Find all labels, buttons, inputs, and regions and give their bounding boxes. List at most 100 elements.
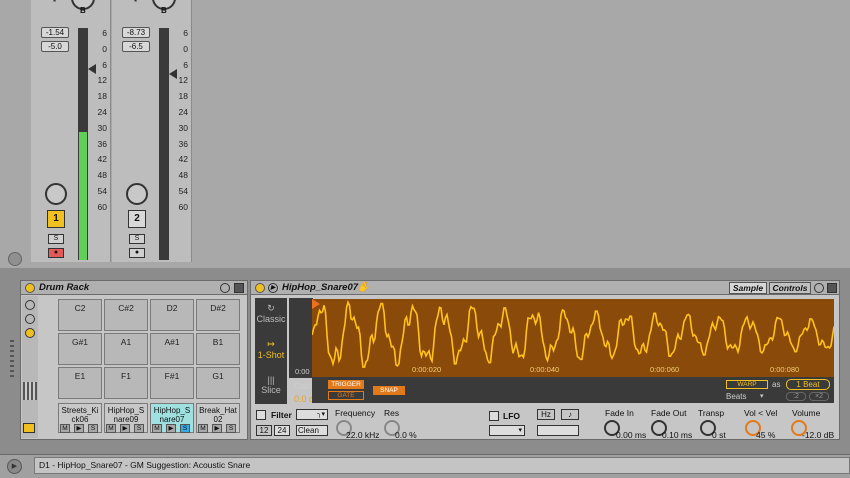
filter-12-button[interactable]: 12 <box>256 425 272 436</box>
arm-button-2[interactable]: ● <box>129 248 145 258</box>
play-button[interactable]: ▶ <box>120 424 130 433</box>
gate-button[interactable]: GATE <box>328 391 364 400</box>
warp-button[interactable]: WARP <box>726 380 768 389</box>
volume-fader-icon[interactable] <box>169 69 177 79</box>
filter-checkbox[interactable] <box>256 410 266 420</box>
drum-pad[interactable]: C#2 <box>104 299 148 331</box>
vol-vel-value[interactable]: 45 % <box>756 430 775 440</box>
res-label: Res <box>384 408 400 418</box>
warp-mode-select[interactable]: Beats <box>726 392 746 401</box>
filter-type-select[interactable]: ╮▾ <box>296 409 328 420</box>
drum-pad[interactable]: F1 <box>104 367 148 399</box>
drum-pad[interactable]: D2 <box>150 299 194 331</box>
lfo-hz-button[interactable]: Hz <box>537 409 555 420</box>
transp-value[interactable]: 0 st <box>712 430 726 440</box>
drum-pad[interactable]: G#1 <box>58 333 102 365</box>
solo-button[interactable]: S <box>226 424 236 433</box>
solo-button[interactable]: S <box>134 424 144 433</box>
mute-button[interactable]: M <box>106 424 116 433</box>
volume-value[interactable]: -12.0 dB <box>802 430 834 440</box>
beat-value[interactable]: 1 Beat <box>786 379 830 390</box>
play-button[interactable]: ▶ <box>74 424 84 433</box>
fade-in-value[interactable]: 0.00 ms <box>616 430 646 440</box>
scale-tick-label: 48 <box>178 170 188 181</box>
mixer-toggle-icon[interactable] <box>8 252 22 266</box>
mute-button[interactable]: M <box>198 424 208 433</box>
volume-fader-icon[interactable] <box>88 64 96 74</box>
scale-tick-label: 24 <box>178 106 188 117</box>
drum-pad[interactable]: B1 <box>196 333 240 365</box>
save-preset-icon[interactable] <box>220 283 230 293</box>
scale-tick-label: 36 <box>97 138 107 149</box>
pan-knob-1[interactable] <box>45 183 67 205</box>
preview-play-icon[interactable]: ▶ <box>268 283 278 293</box>
chain-icon[interactable] <box>25 314 35 324</box>
trigger-button[interactable]: TRIGGER <box>328 380 364 389</box>
lfo-rate-field[interactable] <box>537 425 579 436</box>
solo-button[interactable]: S <box>88 424 98 433</box>
sample-start-marker[interactable] <box>312 299 320 309</box>
mixer-track-2: B * -8.73 -6.5 6 0 6 12 18 24 30 36 42 48 54 60 2 S… <box>112 0 192 262</box>
pad-overview-grid[interactable] <box>23 382 37 400</box>
mixer-track-1: B * -1.54 -5.0 6 0 6 12 18 24 30 36 42 48 54 60 1 S… <box>31 0 111 262</box>
macro-icon[interactable] <box>25 300 35 310</box>
filter-24-button[interactable]: 24 <box>274 425 290 436</box>
device-power-icon[interactable] <box>255 283 265 293</box>
solo-button-2[interactable]: S <box>129 234 145 244</box>
solo-button-1[interactable]: S <box>48 234 64 244</box>
device-power-icon[interactable] <box>25 283 35 293</box>
play-button[interactable]: ▶ <box>166 424 176 433</box>
cell-name-line1: Break_Hat <box>199 406 237 415</box>
filter-circuit-select[interactable]: Clean <box>296 425 328 436</box>
drum-pad[interactable]: A1 <box>104 333 148 365</box>
drum-pad[interactable]: E1 <box>58 367 102 399</box>
send-label: B <box>161 6 167 15</box>
frequency-value[interactable]: 22.0 kHz <box>346 430 380 440</box>
play-button[interactable]: ▶ <box>212 424 222 433</box>
volume-value-1[interactable]: -1.54 <box>41 27 69 38</box>
expand-icon[interactable] <box>23 423 35 433</box>
solo-button[interactable]: S <box>180 424 190 433</box>
volume-value-2[interactable]: -8.73 <box>122 27 150 38</box>
drum-pad[interactable]: C2 <box>58 299 102 331</box>
tab-sample[interactable]: Sample <box>729 282 767 294</box>
volume-label: Volume <box>792 408 821 418</box>
mode-slice[interactable]: ||| Slice <box>255 370 287 404</box>
res-value[interactable]: 0.0 % <box>395 430 417 440</box>
scale-tick-label: 60 <box>97 201 107 212</box>
pan-knob-2[interactable] <box>126 183 148 205</box>
hot-swap-icon[interactable] <box>827 283 837 293</box>
pad-view-icon[interactable] <box>25 328 35 338</box>
mode-classic[interactable]: ↻ Classic <box>255 298 287 332</box>
peak-value-1[interactable]: -5.0 <box>41 41 69 52</box>
hot-swap-icon[interactable] <box>234 283 244 293</box>
waveform-display[interactable] <box>311 299 835 377</box>
arm-button-1[interactable]: ● <box>48 248 64 258</box>
slice-icon: ||| <box>267 375 275 385</box>
lfo-sync-button[interactable]: ♪ <box>561 409 579 420</box>
lfo-wave-select[interactable]: ▾ <box>489 425 525 436</box>
fade-out-value[interactable]: 0.10 ms <box>662 430 692 440</box>
cell-name-line1: HipHop_S <box>153 406 191 415</box>
tab-controls[interactable]: Controls <box>769 282 811 294</box>
double-button[interactable]: ×2 <box>809 392 829 401</box>
scale-tick-label: 24 <box>97 106 107 117</box>
mute-button[interactable]: M <box>152 424 162 433</box>
half-button[interactable]: :2 <box>786 392 806 401</box>
save-preset-icon[interactable] <box>814 283 824 293</box>
mode-one-shot[interactable]: ↦ 1-Shot <box>255 334 287 368</box>
drum-pad[interactable]: A#1 <box>150 333 194 365</box>
drum-pad[interactable]: G1 <box>196 367 240 399</box>
mute-button[interactable]: M <box>60 424 70 433</box>
snap-button[interactable]: SNAP <box>373 386 405 395</box>
fade-in-label: Fade In <box>605 408 634 418</box>
one-shot-icon: ↦ <box>267 339 275 349</box>
lfo-checkbox[interactable] <box>489 411 499 421</box>
track-activator-1[interactable]: 1 <box>47 210 65 228</box>
drum-pad[interactable]: D#2 <box>196 299 240 331</box>
peak-value-2[interactable]: -6.5 <box>122 41 150 52</box>
drum-pad[interactable]: F#1 <box>150 367 194 399</box>
drum-rack-title: Drum Rack <box>39 282 90 293</box>
track-activator-2[interactable]: 2 <box>128 210 146 228</box>
play-icon[interactable]: ▶ <box>7 459 22 474</box>
